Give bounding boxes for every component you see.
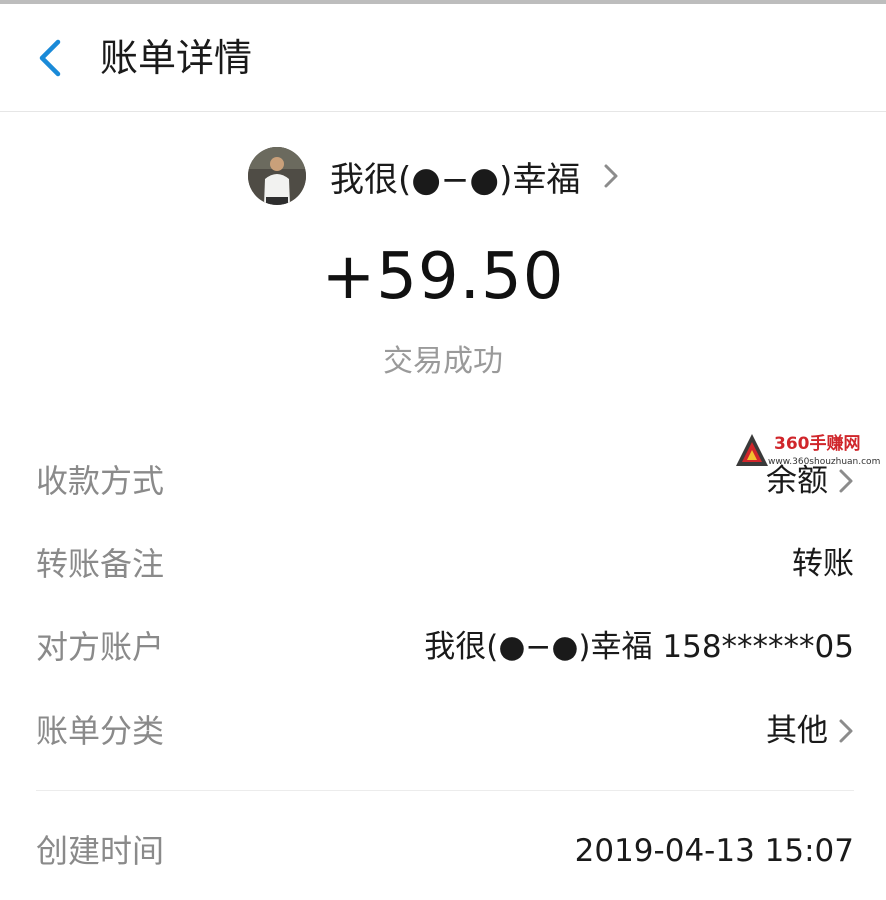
detail-value: 2019-04-13 15:07 [574,833,854,869]
transaction-status: 交易成功 [383,344,503,379]
chevron-right-icon [839,469,853,493]
detail-row-counterparty-account: 对方账户 我很(●−●)幸福 158******05 [36,622,854,672]
counterparty-row[interactable]: 我很(●−●)幸福 [248,146,620,206]
detail-label: 收款方式 [36,462,165,500]
chevron-right-icon [604,164,618,188]
detail-row-transfer-note: 转账备注 转账 [36,539,854,589]
watermark-brand: 360手赚网 [774,434,861,454]
avatar [248,147,306,205]
transaction-amount: +59.50 [321,240,565,314]
detail-value: 其他 [766,713,828,749]
detail-label: 账单分类 [36,712,165,750]
chevron-left-icon [39,39,61,77]
nav-header: 账单详情 [0,4,886,112]
back-button[interactable] [30,34,74,82]
detail-value: 转账 [792,546,854,582]
page-title: 账单详情 [100,36,253,80]
detail-value: 我很(●−●)幸福 158******05 [424,629,854,665]
chevron-right-icon [839,719,853,743]
detail-value: 余额 [766,463,828,499]
counterparty-name: 我很(●−●)幸福 [330,159,581,200]
detail-label: 对方账户 [36,628,165,666]
detail-row-payment-method[interactable]: 收款方式 余额 [36,456,854,506]
detail-label: 转账备注 [36,545,165,583]
detail-row-created-time: 创建时间 2019-04-13 15:07 [36,826,854,876]
detail-row-bill-category[interactable]: 账单分类 其他 [36,706,854,756]
section-divider [36,790,854,791]
detail-label: 创建时间 [36,832,165,870]
